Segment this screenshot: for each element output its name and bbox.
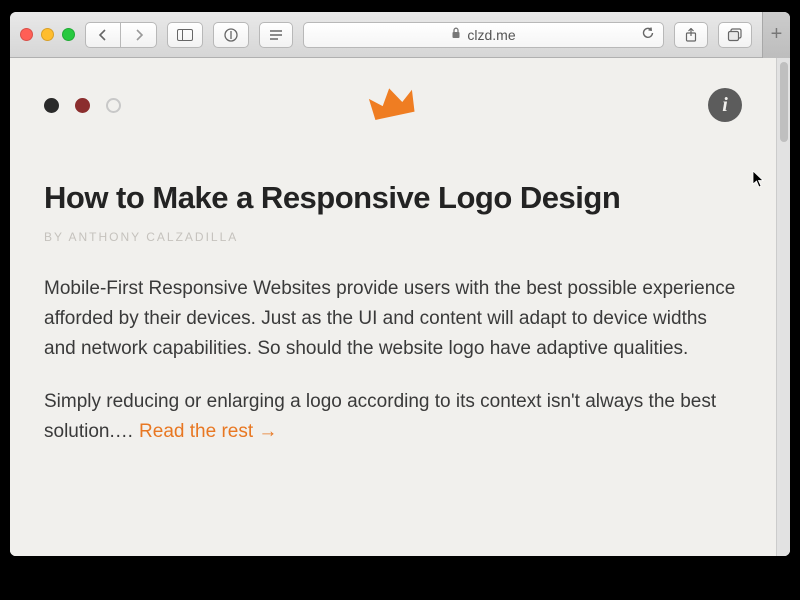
- minimize-window-button[interactable]: [41, 28, 54, 41]
- share-icon: [685, 28, 697, 42]
- shield-icon: [224, 28, 238, 42]
- titlebar: clzd.me +: [10, 12, 790, 58]
- forward-button[interactable]: [121, 22, 157, 48]
- info-button[interactable]: i: [708, 88, 742, 122]
- reload-button[interactable]: [641, 26, 655, 44]
- tabs-button[interactable]: [718, 22, 752, 48]
- sidebar-icon: [177, 29, 193, 41]
- window-controls: [20, 28, 75, 41]
- close-window-button[interactable]: [20, 28, 33, 41]
- page-content[interactable]: i How to Make a Responsive Logo Design B…: [10, 58, 776, 556]
- nav-buttons: [85, 22, 157, 48]
- share-button[interactable]: [674, 22, 708, 48]
- author-name: ANTHONY CALZADILLA: [68, 230, 238, 244]
- right-toolbar: [674, 22, 752, 48]
- lock-icon: [451, 27, 461, 42]
- chevron-left-icon: [98, 29, 108, 41]
- safari-window: clzd.me +: [10, 12, 790, 556]
- page-header-row: i: [44, 88, 742, 122]
- address-bar[interactable]: clzd.me: [303, 22, 664, 48]
- info-icon: i: [722, 94, 728, 117]
- tabs-icon: [727, 28, 743, 42]
- zoom-window-button[interactable]: [62, 28, 75, 41]
- chevron-right-icon: [134, 29, 144, 41]
- paragraph: Mobile-First Responsive Websites provide…: [44, 274, 742, 365]
- url-host: clzd.me: [467, 27, 515, 43]
- site-logo[interactable]: [365, 81, 420, 131]
- theme-light-button[interactable]: [106, 98, 121, 113]
- new-tab-button[interactable]: +: [762, 12, 790, 58]
- webview-container: i How to Make a Responsive Logo Design B…: [10, 58, 790, 556]
- theme-dark-button[interactable]: [44, 98, 59, 113]
- arrow-right-icon: →: [258, 421, 275, 442]
- privacy-report-button[interactable]: [213, 22, 249, 48]
- theme-red-button[interactable]: [75, 98, 90, 113]
- read-more-link[interactable]: Read the rest →: [139, 421, 275, 442]
- back-button[interactable]: [85, 22, 121, 48]
- reload-icon: [641, 26, 655, 40]
- article-body: Mobile-First Responsive Websites provide…: [44, 274, 742, 448]
- scrollbar[interactable]: [776, 58, 790, 556]
- reader-icon: [269, 29, 283, 41]
- article-byline: BY ANTHONY CALZADILLA: [44, 230, 742, 244]
- reader-button[interactable]: [259, 22, 293, 48]
- theme-switcher: [44, 98, 121, 113]
- plus-icon: +: [771, 23, 783, 46]
- paragraph: Simply reducing or enlarging a logo acco…: [44, 387, 742, 448]
- article: How to Make a Responsive Logo Design BY …: [44, 180, 742, 448]
- article-title: How to Make a Responsive Logo Design: [44, 180, 742, 216]
- sidebar-toggle-button[interactable]: [167, 22, 203, 48]
- crown-icon: [365, 81, 419, 126]
